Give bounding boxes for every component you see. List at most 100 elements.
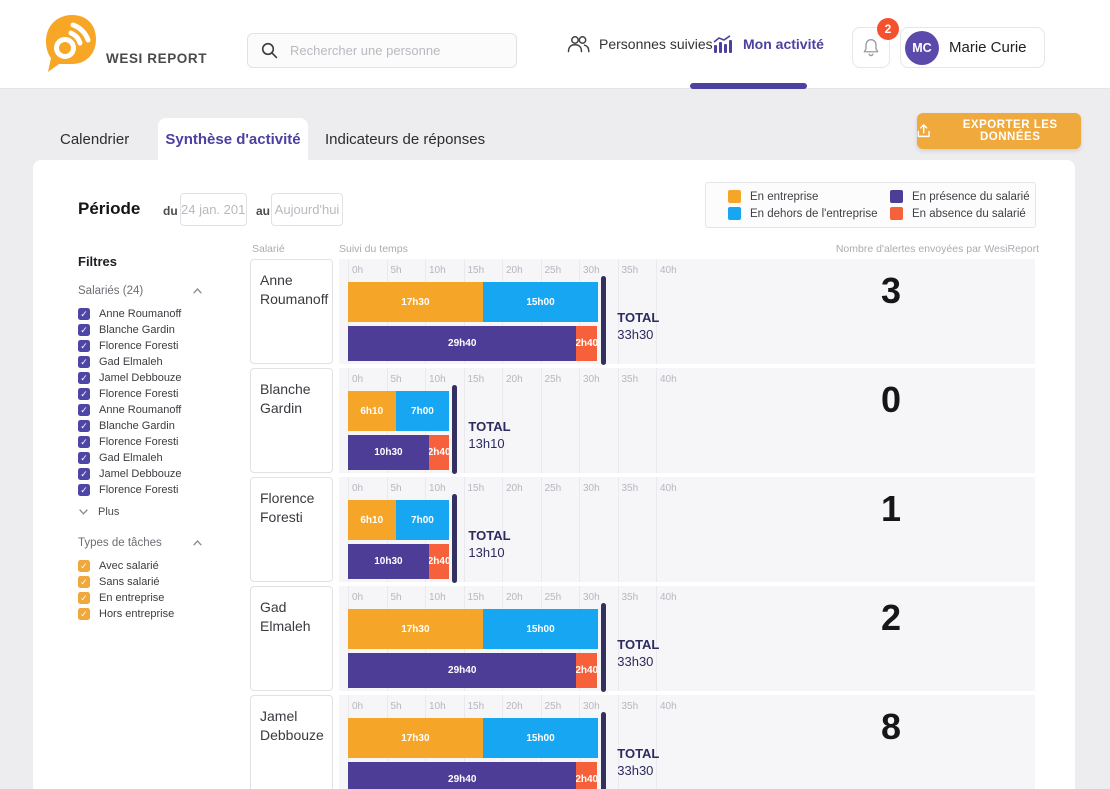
gridline — [541, 368, 542, 473]
gridline — [656, 368, 657, 473]
period-title: Période — [78, 199, 140, 219]
axis-tick-label: 40h — [660, 374, 677, 385]
filter-group-salaries-header[interactable]: Salariés (24) — [78, 285, 202, 297]
bar-segment: 2h40 — [429, 544, 450, 579]
axis-tick-label: 10h — [429, 701, 446, 712]
filter-item-label: Gad Elmaleh — [99, 452, 163, 464]
nav-label-mon-activite: Mon activité — [743, 36, 824, 52]
employee-name-card[interactable]: Blanche Gardin — [250, 368, 333, 473]
checkbox-checked-icon[interactable]: ✓ — [78, 372, 90, 384]
axis-tick-label: 10h — [429, 265, 446, 276]
filter-checkbox-item[interactable]: ✓Anne Roumanoff — [78, 306, 243, 322]
date-to-input[interactable] — [271, 193, 343, 226]
legend-swatch-icon — [890, 207, 903, 220]
gridline — [618, 368, 619, 473]
checkbox-checked-icon[interactable]: ✓ — [78, 608, 90, 620]
filter-item-label: Florence Foresti — [99, 484, 178, 496]
filter-checkbox-item[interactable]: ✓Florence Foresti — [78, 434, 243, 450]
filter-group-salaries-title: Salariés (24) — [78, 285, 143, 297]
presence-bar: 10h302h40 — [348, 544, 449, 579]
time-chart: 0h5h10h15h20h25h30h35h40h17h3015h0029h40… — [339, 259, 1035, 364]
time-chart: 0h5h10h15h20h25h30h35h40h6h107h0010h302h… — [339, 368, 1035, 473]
filter-item-label: Hors entreprise — [99, 608, 174, 620]
bar-segment: 6h10 — [348, 500, 396, 540]
filter-checkbox-item[interactable]: ✓Florence Foresti — [78, 386, 243, 402]
column-header-salarie: Salarié — [252, 243, 285, 255]
filters-title: Filtres — [78, 254, 243, 269]
checkbox-checked-icon[interactable]: ✓ — [78, 468, 90, 480]
employee-row: Anne Roumanoff0h5h10h15h20h25h30h35h40h1… — [250, 259, 1035, 364]
export-button[interactable]: EXPORTER LES DONNÉES — [917, 113, 1081, 149]
filter-checkbox-item[interactable]: ✓ Hors entreprise — [78, 606, 243, 622]
checkbox-checked-icon[interactable]: ✓ — [78, 576, 90, 588]
employee-name-card[interactable]: Florence Foresti — [250, 477, 333, 582]
filter-item-label: Anne Roumanoff — [99, 404, 181, 416]
axis-tick-label: 25h — [545, 265, 562, 276]
checkbox-checked-icon[interactable]: ✓ — [78, 484, 90, 496]
checkbox-checked-icon[interactable]: ✓ — [78, 340, 90, 352]
alerts-count: 1 — [859, 488, 923, 530]
axis-tick-label: 40h — [660, 265, 677, 276]
checkbox-checked-icon[interactable]: ✓ — [78, 592, 90, 604]
filter-checkbox-item[interactable]: ✓ Anne Roumanoff — [78, 402, 243, 418]
filter-checkbox-item[interactable]: ✓Florence Foresti — [78, 338, 243, 354]
total-value: 13h10 — [468, 435, 510, 452]
filter-checkbox-item[interactable]: ✓Avec salarié — [78, 558, 243, 574]
bar-segment: 2h40 — [576, 762, 597, 789]
axis-tick-label: 35h — [622, 701, 639, 712]
checkbox-checked-icon[interactable]: ✓ — [78, 436, 90, 448]
location-bar: 6h107h00 — [348, 500, 449, 540]
axis-tick-label: 30h — [583, 483, 600, 494]
employee-name-card[interactable]: Jamel Debbouze — [250, 695, 333, 789]
total-label: TOTAL33h30 — [617, 745, 659, 779]
gridline — [579, 477, 580, 582]
export-icon — [917, 123, 930, 139]
axis-tick-label: 20h — [506, 592, 523, 603]
search-box[interactable] — [247, 33, 517, 68]
axis-tick-label: 25h — [545, 374, 562, 385]
legend-item: En entreprise — [728, 190, 890, 203]
filter-checkbox-item[interactable]: ✓Jamel Debbouze — [78, 370, 243, 386]
checkbox-checked-icon[interactable]: ✓ — [78, 420, 90, 432]
tab-indicateurs[interactable]: Indicateurs de réponses — [325, 131, 485, 148]
tab-synthese[interactable]: Synthèse d'activité — [158, 118, 308, 160]
date-from-input[interactable] — [180, 193, 247, 226]
legend-swatch-icon — [890, 190, 903, 203]
bar-segment: 2h40 — [576, 653, 597, 688]
total-label: TOTAL33h30 — [617, 309, 659, 343]
employee-name-card[interactable]: Anne Roumanoff — [250, 259, 333, 364]
total-label: TOTAL13h10 — [468, 418, 510, 452]
nav-label-personnes: Personnes suivies — [599, 36, 713, 52]
search-input[interactable] — [290, 43, 500, 58]
filter-group-types-header[interactable]: Types de tâches — [78, 537, 202, 549]
filter-checkbox-item[interactable]: ✓Jamel Debbouze — [78, 466, 243, 482]
checkbox-checked-icon[interactable]: ✓ — [78, 388, 90, 400]
checkbox-checked-icon[interactable]: ✓ — [78, 324, 90, 336]
filter-checkbox-item[interactable]: ✓ Gad Elmaleh — [78, 450, 243, 466]
user-menu[interactable]: MC Marie Curie — [900, 27, 1045, 68]
filter-checkbox-item[interactable]: ✓Blanche Gardin — [78, 418, 243, 434]
nav-item-personnes-suivies[interactable]: Personnes suivies — [567, 30, 713, 58]
employee-name-card[interactable]: Gad Elmaleh — [250, 586, 333, 691]
checkbox-checked-icon[interactable]: ✓ — [78, 308, 90, 320]
employee-name: Blanche Gardin — [260, 380, 323, 418]
gridline — [579, 368, 580, 473]
checkbox-checked-icon[interactable]: ✓ — [78, 404, 90, 416]
checkbox-checked-icon[interactable]: ✓ — [78, 560, 90, 572]
filter-checkbox-item[interactable]: ✓Gad Elmaleh — [78, 354, 243, 370]
filter-checkbox-item[interactable]: ✓Blanche Gardin — [78, 322, 243, 338]
axis-tick-label: 15h — [468, 701, 485, 712]
nav-item-mon-activite[interactable]: Mon activité — [713, 30, 824, 58]
checkbox-checked-icon[interactable]: ✓ — [78, 356, 90, 368]
tab-calendrier[interactable]: Calendrier — [60, 131, 129, 148]
bar-segment: 2h40 — [429, 435, 450, 470]
employee-row: Gad Elmaleh0h5h10h15h20h25h30h35h40h17h3… — [250, 586, 1035, 691]
chevron-up-icon — [193, 288, 202, 294]
location-bar: 17h3015h00 — [348, 609, 598, 649]
checkbox-checked-icon[interactable]: ✓ — [78, 452, 90, 464]
filter-checkbox-item[interactable]: ✓En entreprise — [78, 590, 243, 606]
filter-checkbox-item[interactable]: ✓ Florence Foresti — [78, 482, 243, 498]
time-chart: 0h5h10h15h20h25h30h35h40h6h107h0010h302h… — [339, 477, 1035, 582]
filter-checkbox-item[interactable]: ✓Sans salarié — [78, 574, 243, 590]
filter-more-button[interactable]: Plus — [79, 504, 243, 520]
